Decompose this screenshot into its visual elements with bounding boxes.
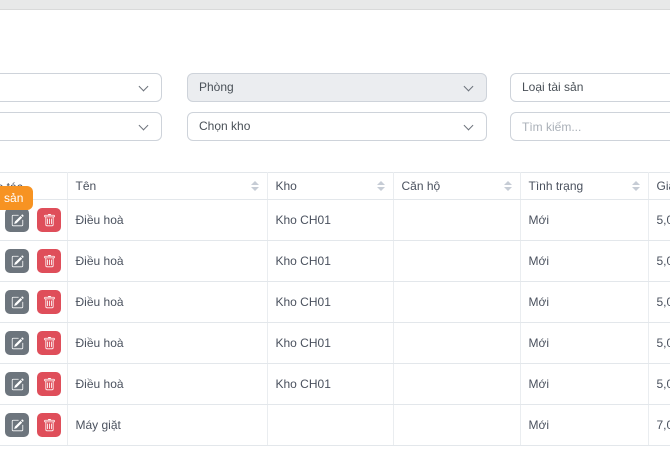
assets-table: Thao tác Tên Kho Căn hộ Tình trạng Giá [0,172,670,446]
pencil-square-icon [11,213,24,226]
apartment-cell [393,322,521,364]
name-cell: Điều hoà [67,199,268,241]
delete-button[interactable] [37,249,62,273]
warehouse-cell: Kho CH01 [267,240,394,282]
price-cell: 5,000,000 [648,281,670,323]
status-cell: Mới [520,404,649,446]
apartment-cell [393,199,521,241]
warehouse-select-value: Chọn kho [199,119,251,133]
filter-select-left-row2[interactable] [0,112,162,141]
actions-cell [0,240,68,282]
edit-button[interactable] [5,331,29,355]
actions-cell [0,404,68,446]
delete-button[interactable] [37,290,62,314]
status-cell: Mới [520,199,649,241]
price-cell: 5,000,000 [648,199,670,241]
chevron-down-icon [138,120,149,131]
price-cell: 7,000,000 [648,404,670,446]
column-header-warehouse[interactable]: Kho [267,172,394,200]
chevron-down-icon [463,120,474,131]
warehouse-select[interactable]: Chọn kho [187,112,487,141]
asset-type-select[interactable]: Loại tài sản [510,73,670,102]
status-cell: Mới [520,363,649,405]
room-select-value: Phòng [199,80,234,94]
warehouse-cell: Kho CH01 [267,363,394,405]
chevron-down-icon [463,81,474,92]
pencil-square-icon [11,377,24,390]
chevron-down-icon [138,81,149,92]
pencil-square-icon [11,418,24,431]
table-row: Máy giặt Mới 7,000,000 [0,404,670,446]
apartment-cell [393,404,521,446]
room-select[interactable]: Phòng [187,73,487,102]
sort-icon[interactable] [503,180,512,192]
delete-button[interactable] [37,372,62,396]
column-header-status[interactable]: Tình trạng [520,172,649,200]
delete-button[interactable] [37,413,62,437]
table-header-row: Thao tác Tên Kho Căn hộ Tình trạng Giá [0,172,670,200]
sort-icon[interactable] [376,180,385,192]
name-cell: Điều hoà [67,281,268,323]
filter-select-left-row1[interactable] [0,73,162,102]
name-cell: Máy giặt [67,404,268,446]
price-cell: 5,000,000 [648,363,670,405]
trash-icon [44,254,55,267]
sort-icon[interactable] [250,180,259,192]
top-bar [0,0,670,10]
edit-button[interactable] [5,372,29,396]
delete-button[interactable] [37,208,62,232]
warehouse-cell: Kho CH01 [267,199,394,241]
apartment-cell [393,281,521,323]
table-row: Điều hoà Kho CH01 Mới 5,000,000 [0,322,670,364]
actions-cell [0,281,68,323]
trash-icon [44,336,55,349]
edit-button[interactable] [5,290,29,314]
name-cell: Điều hoà [67,363,268,405]
name-cell: Điều hoà [67,322,268,364]
delete-button[interactable] [37,331,62,355]
trash-icon [44,377,55,390]
warehouse-cell [267,404,394,446]
status-cell: Mới [520,281,649,323]
column-header-name[interactable]: Tên [67,172,268,200]
table-row: Điều hoà Kho CH01 Mới 5,000,000 [0,199,670,241]
apartment-cell [393,363,521,405]
status-cell: Mới [520,240,649,282]
apartment-cell [393,240,521,282]
table-row: Điều hoà Kho CH01 Mới 5,000,000 [0,281,670,323]
table-row: Điều hoà Kho CH01 Mới 5,000,000 [0,240,670,282]
warehouse-cell: Kho CH01 [267,281,394,323]
edit-button[interactable] [5,413,29,437]
pencil-square-icon [11,254,24,267]
price-cell: 5,000,000 [648,240,670,282]
pencil-square-icon [11,336,24,349]
edit-button[interactable] [5,208,29,232]
actions-cell [0,322,68,364]
table-row: Điều hoà Kho CH01 Mới 5,000,000 [0,363,670,405]
status-cell: Mới [520,322,649,364]
price-cell: 5,000,000 [648,322,670,364]
pencil-square-icon [11,295,24,308]
trash-icon [44,213,55,226]
search-input[interactable] [510,112,670,141]
asset-type-select-value: Loại tài sản [522,80,584,94]
add-asset-button[interactable]: Thêm tài sản [0,186,34,210]
column-header-apartment[interactable]: Căn hộ [393,172,521,200]
edit-button[interactable] [5,249,29,273]
trash-icon [44,418,55,431]
name-cell: Điều hoà [67,240,268,282]
trash-icon [44,295,55,308]
sort-icon[interactable] [631,180,640,192]
actions-cell [0,363,68,405]
column-header-price[interactable]: Giá [648,172,670,200]
warehouse-cell: Kho CH01 [267,322,394,364]
